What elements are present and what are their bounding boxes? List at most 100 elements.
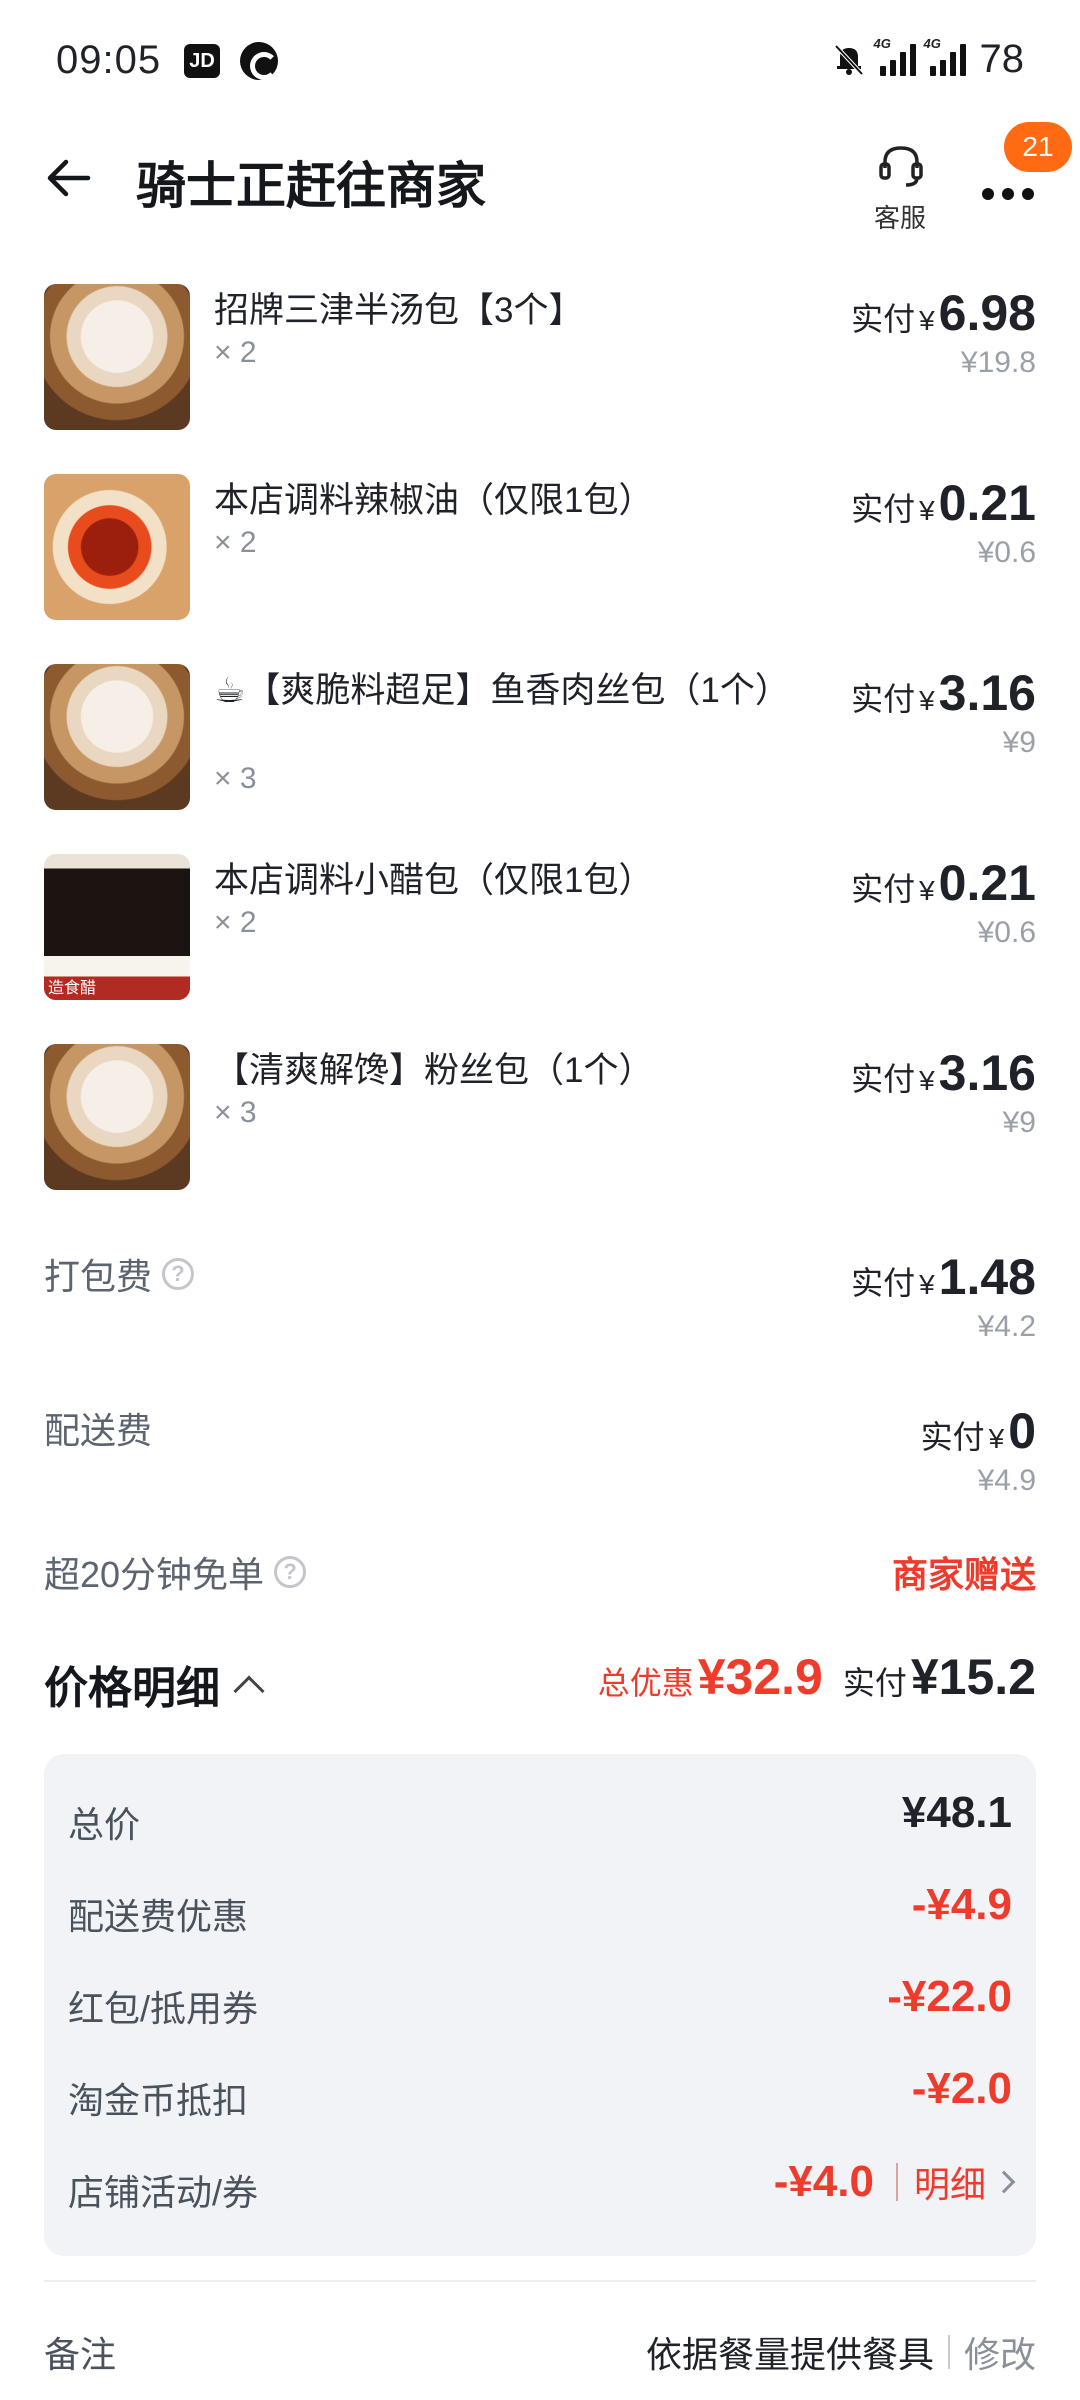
detail-label: 淘金币抵扣 — [68, 2080, 249, 2121]
item-price: 实付 ¥3.16 ¥9 — [851, 1044, 1036, 1140]
item-price: 实付 ¥0.21 ¥0.6 — [851, 474, 1036, 570]
item-name: ☕【爽脆料超足】鱼香肉丝包（1个） — [214, 671, 790, 710]
network-type-label: 4G — [873, 36, 891, 51]
item-thumbnail — [44, 664, 190, 810]
remark-value: 依据餐量提供餐具 — [645, 2334, 934, 2375]
detail-value: -¥4.0 — [773, 2157, 874, 2206]
original-price: ¥4.2 — [977, 1310, 1036, 1343]
item-price: 实付 ¥0.21 ¥0.6 — [851, 854, 1036, 950]
paid-amount: 3.16 — [938, 665, 1036, 721]
currency-symbol: ¥ — [988, 1423, 1005, 1454]
back-arrow-icon[interactable] — [40, 150, 96, 206]
paid-label: 实付 — [851, 491, 916, 527]
signal-icon: 4G — [924, 36, 966, 76]
price-summary: 总优惠¥32.9 实付¥15.2 — [598, 1648, 1036, 1706]
detail-row-store-promo: 店铺活动/券 -¥4.0 明细 — [68, 2156, 1016, 2216]
packing-fee-row: 打包费? 实付 ¥1.48 ¥4.2 — [0, 1248, 1080, 1358]
jd-app-icon: JD — [184, 44, 220, 78]
notification-badge: 21 — [1004, 122, 1072, 172]
paid-label: 实付 — [851, 1265, 916, 1301]
app-notification-icon — [240, 42, 278, 80]
currency-symbol: ¥ — [919, 1269, 935, 1300]
currency-symbol: ¥ — [919, 685, 935, 716]
detail-row-delivery-discount: 配送费优惠 -¥4.9 — [68, 1880, 1012, 1940]
mute-bell-icon — [834, 44, 863, 76]
paid-label: 实付 — [851, 1061, 916, 1097]
currency-symbol: ¥ — [919, 495, 935, 526]
divider — [895, 2163, 898, 2201]
status-bar: 09:05 JD 4G 4G 78 — [0, 0, 1080, 120]
item-thumbnail — [44, 1044, 190, 1190]
help-icon[interactable]: ? — [162, 1258, 195, 1290]
original-price: ¥9 — [1002, 1106, 1036, 1139]
detail-label: 店铺活动/券 — [68, 2172, 259, 2213]
delivery-fee-row: 配送费 实付 ¥0 ¥4.9 — [0, 1402, 1080, 1512]
order-item[interactable]: 招牌三津半汤包【3个】 × 2 实付 ¥6.98 ¥19.8 — [0, 284, 1080, 434]
status-indicators: 4G 4G 78 — [832, 34, 1025, 84]
delivery-fee-price: 实付 ¥0 ¥4.9 — [921, 1402, 1036, 1498]
original-price: ¥4.9 — [977, 1464, 1036, 1497]
item-name: 本店调料小醋包（仅限1包） — [214, 861, 654, 900]
paid-label: 实付 — [851, 681, 916, 717]
divider — [947, 2335, 950, 2369]
detail-value: -¥22.0 — [887, 1972, 1012, 2021]
order-item[interactable]: ☕【爽脆料超足】鱼香肉丝包（1个） × 3 实付 ¥3.16 ¥9 — [0, 664, 1080, 814]
item-price: 实付 ¥6.98 ¥19.8 — [851, 284, 1036, 380]
battery-level: 78 — [979, 36, 1025, 81]
total-paid-amount: ¥15.2 — [910, 1649, 1036, 1705]
order-item[interactable]: 本店调料辣椒油（仅限1包） × 2 实付 ¥0.21 ¥0.6 — [0, 474, 1080, 624]
help-icon[interactable]: ? — [274, 1556, 307, 1588]
currency-symbol: ¥ — [919, 305, 935, 336]
detail-link-label: 明细 — [913, 2164, 986, 2205]
headset-icon — [879, 146, 923, 187]
paid-label: 实付 — [920, 1419, 985, 1455]
price-detail-panel: 总价 ¥48.1 配送费优惠 -¥4.9 红包/抵用券 -¥22.0 淘金币抵扣… — [44, 1754, 1036, 2256]
detail-value: -¥4.9 — [911, 1880, 1012, 1929]
customer-service-button[interactable]: 客服 — [848, 134, 952, 244]
chevron-right-icon — [992, 2170, 1016, 2194]
item-thumbnail: 造食醋 — [44, 854, 190, 1000]
paid-amount: 1.48 — [938, 1249, 1036, 1305]
item-quantity: × 2 — [214, 526, 257, 559]
total-discount-amount: ¥32.9 — [697, 1649, 823, 1705]
order-item[interactable]: 【清爽解馋】粉丝包（1个） × 3 实付 ¥3.16 ¥9 — [0, 1044, 1080, 1194]
price-detail-header[interactable]: 价格明细 总优惠¥32.9 实付¥15.2 — [0, 1648, 1080, 1728]
detail-label: 红包/抵用券 — [68, 1988, 259, 2029]
paid-label: 实付 — [851, 301, 916, 337]
item-quantity: × 3 — [214, 1096, 257, 1129]
overtime-free-row: 超20分钟免单? 商家赠送 — [0, 1546, 1080, 1606]
price-detail-title: 价格明细 — [44, 1664, 220, 1713]
item-price: 实付 ¥3.16 ¥9 — [851, 664, 1036, 760]
currency-symbol: ¥ — [919, 875, 935, 906]
merchant-gift-label: 商家赠送 — [891, 1554, 1036, 1595]
packing-fee-label: 打包费 — [44, 1256, 153, 1297]
remark-edit-button[interactable]: 修改 — [964, 2326, 1036, 2378]
network-type-label: 4G — [923, 36, 941, 51]
detail-value: -¥2.0 — [911, 2064, 1012, 2113]
section-divider — [44, 2280, 1036, 2282]
chevron-up-icon — [233, 1675, 265, 1707]
total-discount-label: 总优惠 — [597, 1665, 694, 1701]
paid-amount: 0 — [1008, 1403, 1036, 1459]
thumbnail-brand-label: 造食醋 — [44, 978, 190, 1000]
total-paid-label: 实付 — [842, 1665, 907, 1701]
remark-row: 备注 依据餐量提供餐具 修改 — [0, 2326, 1080, 2386]
order-item[interactable]: 造食醋 本店调料小醋包（仅限1包） × 2 实付 ¥0.21 ¥0.6 — [0, 854, 1080, 1004]
currency-symbol: ¥ — [919, 1065, 935, 1096]
paid-amount: 0.21 — [938, 475, 1036, 531]
detail-row-total: 总价 ¥48.1 — [68, 1788, 1012, 1848]
detail-row-coupon: 红包/抵用券 -¥22.0 — [68, 1972, 1012, 2032]
remark-label: 备注 — [44, 2334, 117, 2375]
detail-label: 总价 — [68, 1804, 141, 1845]
item-quantity: × 3 — [214, 762, 257, 795]
paid-label: 实付 — [851, 871, 916, 907]
delivery-fee-label: 配送费 — [44, 1410, 153, 1451]
paid-amount: 0.21 — [938, 855, 1036, 911]
store-promo-detail-link[interactable]: -¥4.0 明细 — [773, 2156, 1016, 2208]
item-name: 【清爽解馋】粉丝包（1个） — [214, 1051, 654, 1090]
item-name: 本店调料辣椒油（仅限1包） — [214, 481, 654, 520]
item-thumbnail — [44, 474, 190, 620]
item-thumbnail — [44, 284, 190, 430]
paid-amount: 3.16 — [938, 1045, 1036, 1101]
packing-fee-price: 实付 ¥1.48 ¥4.2 — [851, 1248, 1036, 1344]
